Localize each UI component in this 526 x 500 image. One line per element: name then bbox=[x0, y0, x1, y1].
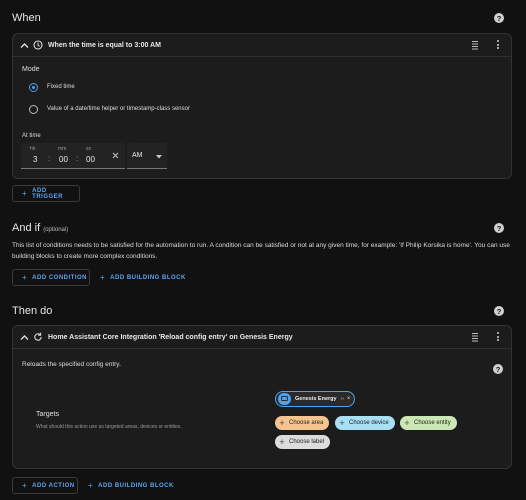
plus-icon: + bbox=[339, 418, 345, 428]
trigger-card: When the time is equal to 3:00 AM Mode F… bbox=[12, 33, 512, 179]
choose-area-chip[interactable]: + Choose area bbox=[275, 416, 330, 430]
colon-separator: : bbox=[76, 154, 79, 163]
selected-target-label: Genesis Energy bbox=[295, 396, 337, 402]
add-building-block-label: ADD BUILDING BLOCK bbox=[98, 482, 174, 489]
collapse-chevron-icon[interactable] bbox=[20, 42, 29, 49]
ampm-value: AM bbox=[132, 152, 143, 159]
colon-separator: : bbox=[48, 154, 51, 163]
reload-icon bbox=[34, 332, 42, 341]
seconds-label: ss bbox=[86, 146, 91, 152]
radio-label-fixed-time: Fixed time bbox=[47, 84, 75, 90]
clear-icon[interactable] bbox=[112, 152, 119, 159]
more-menu-icon[interactable] bbox=[497, 40, 499, 50]
time-input: hh 3 : mm 00 : ss 00 bbox=[21, 143, 125, 169]
clock-icon bbox=[33, 40, 43, 50]
mode-label: Mode bbox=[22, 66, 40, 73]
help-icon[interactable]: ? bbox=[494, 13, 504, 23]
add-condition-button[interactable]: + ADD CONDITION bbox=[12, 269, 90, 286]
minutes-field[interactable]: 00 bbox=[59, 155, 68, 164]
conditions-description: This list of conditions needs to be sati… bbox=[12, 242, 510, 260]
add-building-block-label: ADD BUILDING BLOCK bbox=[110, 274, 186, 281]
radio-helper-sensor[interactable] bbox=[29, 105, 38, 114]
add-action-button[interactable]: + ADD ACTION bbox=[12, 477, 78, 494]
help-icon[interactable]: ? bbox=[494, 223, 504, 233]
targets-hint: What should this action use as targeted … bbox=[36, 424, 182, 430]
ampm-select[interactable]: AM bbox=[127, 143, 167, 169]
add-building-block-button[interactable]: + ADD BUILDING BLOCK bbox=[88, 477, 174, 494]
minutes-label: mm bbox=[58, 146, 67, 152]
add-trigger-button[interactable]: + ADD TRIGGER bbox=[12, 185, 80, 202]
trigger-title: When the time is equal to 3:00 AM bbox=[48, 42, 161, 49]
selected-target-chip[interactable]: Genesis Energy ‹› × bbox=[275, 391, 355, 407]
plus-icon: + bbox=[404, 418, 410, 428]
divider bbox=[13, 348, 511, 349]
radio-fixed-time[interactable] bbox=[29, 83, 38, 92]
choose-device-chip[interactable]: + Choose device bbox=[335, 416, 395, 430]
divider bbox=[13, 56, 511, 57]
remove-icon[interactable]: × bbox=[347, 396, 351, 402]
drag-handle-icon[interactable] bbox=[471, 40, 479, 50]
add-condition-label: ADD CONDITION bbox=[32, 274, 88, 281]
radio-label-helper-sensor: Value of a date/time helper or timestamp… bbox=[47, 106, 190, 112]
choose-entity-chip[interactable]: + Choose entity bbox=[400, 416, 457, 430]
add-trigger-label: ADD TRIGGER bbox=[32, 187, 64, 200]
more-menu-icon[interactable] bbox=[497, 332, 499, 342]
action-description: Reloads the specified config entry. bbox=[22, 361, 121, 368]
collapse-chevron-icon[interactable] bbox=[20, 334, 29, 341]
device-icon bbox=[278, 393, 291, 405]
action-card: Home Assistant Core Integration 'Reload … bbox=[12, 325, 512, 469]
section-title-when: When bbox=[12, 12, 41, 24]
drag-handle-icon[interactable] bbox=[471, 332, 479, 342]
plus-icon: + bbox=[279, 437, 285, 447]
at-time-label: At time bbox=[22, 133, 41, 139]
action-title: Home Assistant Core Integration 'Reload … bbox=[48, 334, 293, 341]
help-icon[interactable]: ? bbox=[494, 306, 504, 316]
chevron-down-icon bbox=[156, 155, 162, 159]
expand-icon[interactable]: ‹› bbox=[341, 396, 344, 402]
hours-field[interactable]: 3 bbox=[33, 155, 37, 164]
hours-label: hh bbox=[30, 146, 36, 152]
plus-icon: + bbox=[279, 418, 285, 428]
help-icon[interactable]: ? bbox=[493, 364, 503, 374]
add-action-label: ADD ACTION bbox=[32, 482, 75, 489]
section-title-and-if: And if (optional) bbox=[12, 222, 69, 234]
seconds-field[interactable]: 00 bbox=[86, 155, 95, 164]
add-building-block-button[interactable]: + ADD BUILDING BLOCK bbox=[100, 269, 186, 286]
choose-label-chip[interactable]: + Choose label bbox=[275, 435, 331, 449]
section-title-then-do: Then do bbox=[12, 305, 53, 317]
targets-label: Targets bbox=[36, 411, 59, 418]
